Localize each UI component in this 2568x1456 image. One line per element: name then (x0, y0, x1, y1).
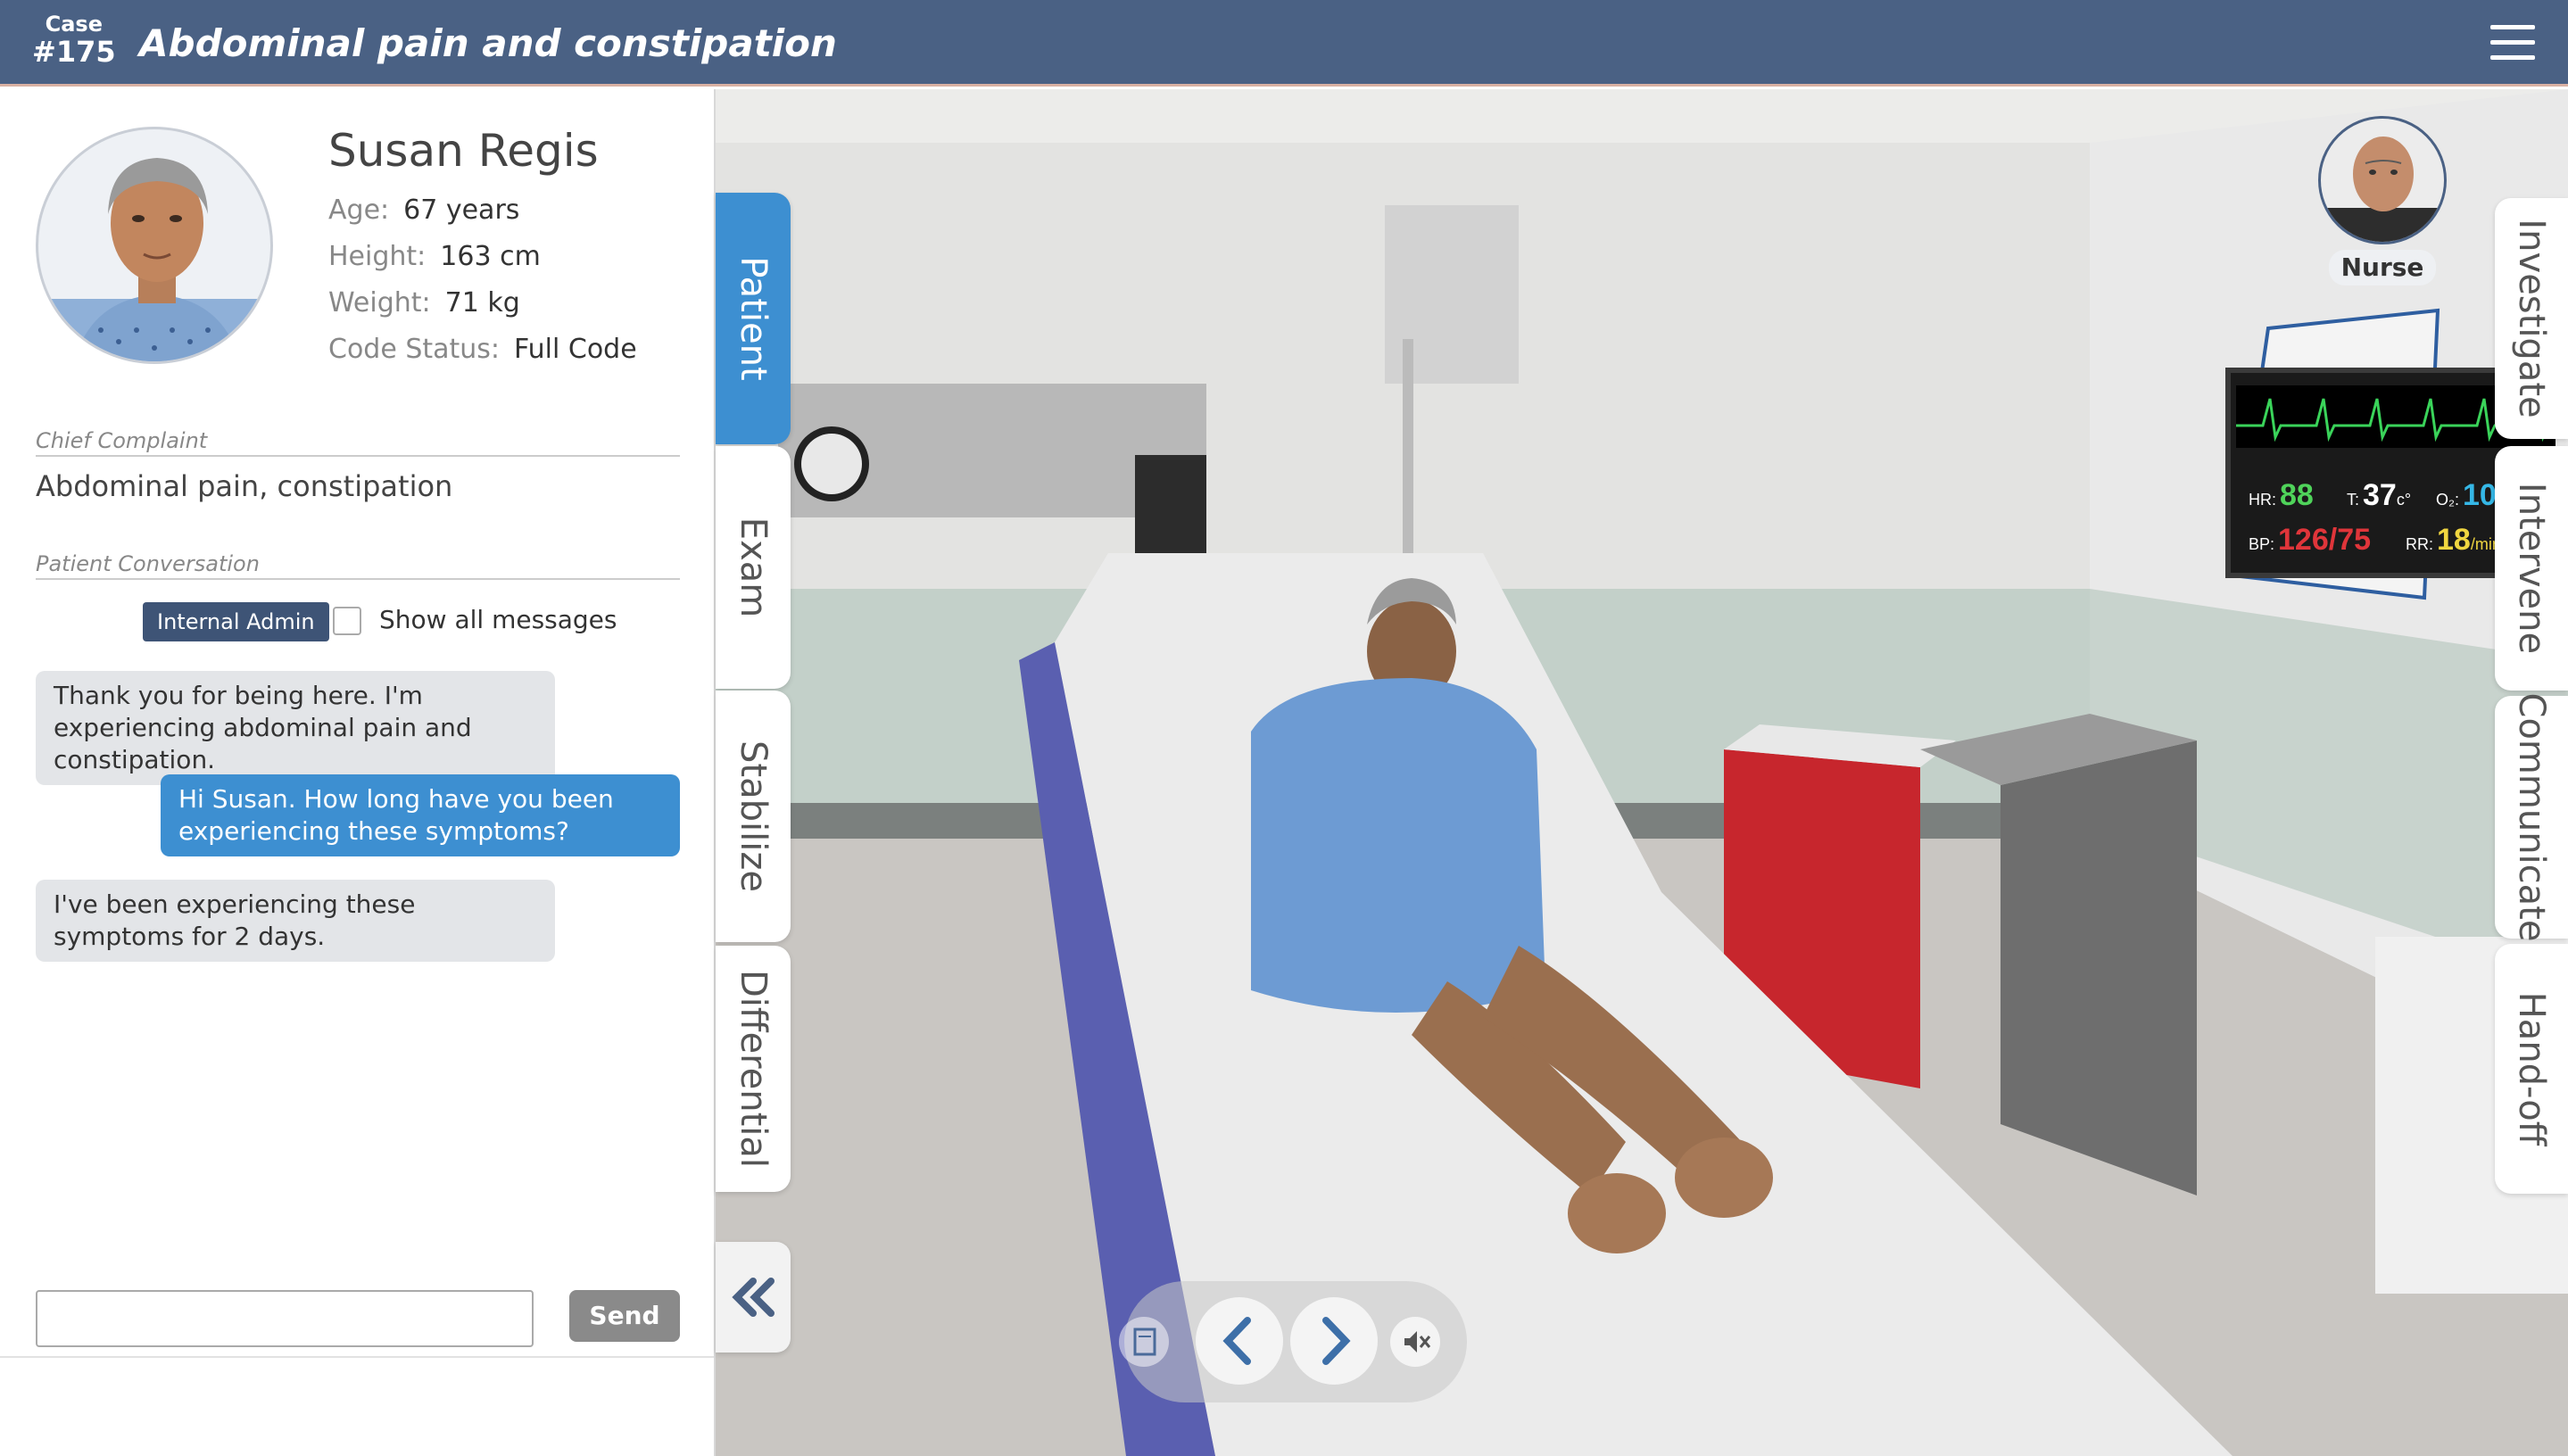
age-label: Age: (328, 194, 390, 226)
tab-stabilize[interactable]: Stabilize (716, 691, 791, 942)
clipboard-icon[interactable] (1119, 1317, 1169, 1367)
hospital-room-illustration (716, 89, 2568, 1456)
input-divider (0, 1356, 714, 1358)
tab-communicate[interactable]: Communicate (2495, 692, 2568, 942)
chat-input[interactable] (36, 1290, 534, 1347)
internal-admin-badge[interactable]: Internal Admin (143, 602, 329, 641)
temp-unit: c° (2396, 491, 2412, 509)
patient-age: Age: 67 years (328, 194, 519, 226)
case-label: Case (45, 12, 103, 37)
patient-code-status: Code Status: Full Code (328, 334, 637, 365)
hr-value: 88 (2280, 478, 2314, 512)
height-value: 163 cm (440, 241, 541, 272)
top-bar: Case #175 Abdominal pain and constipatio… (0, 0, 2568, 87)
case-number: #175 (32, 35, 116, 69)
chevron-right-icon (1322, 1317, 1351, 1365)
bp-readout: BP: 126/75 (2249, 523, 2371, 558)
previous-button[interactable] (1196, 1297, 1283, 1385)
nurse-label: Nurse (2329, 250, 2436, 285)
chat-message-patient: I've been experiencing these symptoms fo… (36, 880, 555, 962)
case-id: Case #175 (32, 12, 116, 68)
patient-panel: Susan Regis Age: 67 years Height: 163 cm W… (0, 89, 716, 1456)
hr-readout: HR: 88 (2249, 478, 2314, 513)
tab-communicate-label: Communicate (2511, 692, 2552, 942)
nurse-avatar[interactable] (2318, 116, 2447, 244)
send-button[interactable]: Send (569, 1290, 680, 1342)
rr-readout: RR: 18/min (2406, 523, 2505, 558)
o2-label: O₂: (2436, 491, 2459, 509)
patient-weight: Weight: 71 kg (328, 287, 520, 318)
tab-stabilize-label: Stabilize (733, 740, 774, 892)
double-chevron-left-icon[interactable] (716, 1242, 791, 1353)
tab-hand-off-label: Hand-off (2511, 991, 2552, 1146)
chief-complaint-label: Chief Complaint (36, 428, 680, 457)
height-label: Height: (328, 241, 427, 272)
temp-readout: T: 37c° (2347, 478, 2415, 513)
speaker-muted-icon[interactable] (1390, 1317, 1440, 1367)
code-status-value: Full Code (514, 334, 637, 365)
temp-label: T: (2347, 491, 2360, 509)
tab-exam-label: Exam (733, 517, 774, 618)
rr-label: RR: (2406, 535, 2433, 553)
weight-value: 71 kg (444, 287, 520, 318)
chat-message-user: Hi Susan. How long have you been experie… (161, 774, 680, 856)
tab-intervene-label: Intervene (2511, 482, 2552, 655)
case-title: Abdominal pain and constipation (139, 21, 837, 65)
chat-message-patient: Thank you for being here. I'm experienci… (36, 671, 555, 785)
temp-value: 37 (2363, 478, 2397, 512)
simulation-scene[interactable]: HR:88 T:37c° O₂:100% BP:126/75 RR:18/min (716, 89, 2568, 1456)
chevron-left-icon (1222, 1317, 1251, 1365)
tab-intervene[interactable]: Intervene (2495, 446, 2568, 691)
patient-height: Height: 163 cm (328, 241, 541, 272)
show-all-label: Show all messages (379, 605, 617, 634)
scene-controls (1119, 1281, 1467, 1402)
conversation-label: Patient Conversation (36, 551, 680, 580)
show-all-checkbox[interactable] (333, 607, 361, 635)
age-value: 67 years (403, 194, 520, 226)
chief-complaint-value: Abdominal pain, constipation (36, 469, 453, 503)
tab-patient-label: Patient (733, 256, 774, 381)
patient-avatar (36, 127, 273, 364)
weight-label: Weight: (328, 287, 431, 318)
tab-differential[interactable]: Differential (716, 946, 791, 1192)
code-status-label: Code Status: (328, 334, 501, 365)
bp-label: BP: (2249, 535, 2275, 553)
next-button[interactable] (1290, 1297, 1378, 1385)
bp-value: 126/75 (2278, 523, 2372, 557)
hr-label: HR: (2249, 491, 2276, 509)
tab-differential-label: Differential (733, 969, 774, 1169)
rr-value: 18 (2437, 523, 2471, 557)
tab-investigate[interactable]: Investigate (2495, 198, 2568, 439)
show-all-messages[interactable]: Show all messages (333, 605, 617, 635)
tab-exam[interactable]: Exam (716, 446, 791, 689)
tab-investigate-label: Investigate (2511, 219, 2552, 418)
hamburger-icon[interactable] (2490, 25, 2535, 62)
patient-name: Susan Regis (328, 125, 599, 177)
tab-patient[interactable]: Patient (716, 193, 791, 444)
tab-hand-off[interactable]: Hand-off (2495, 944, 2568, 1194)
